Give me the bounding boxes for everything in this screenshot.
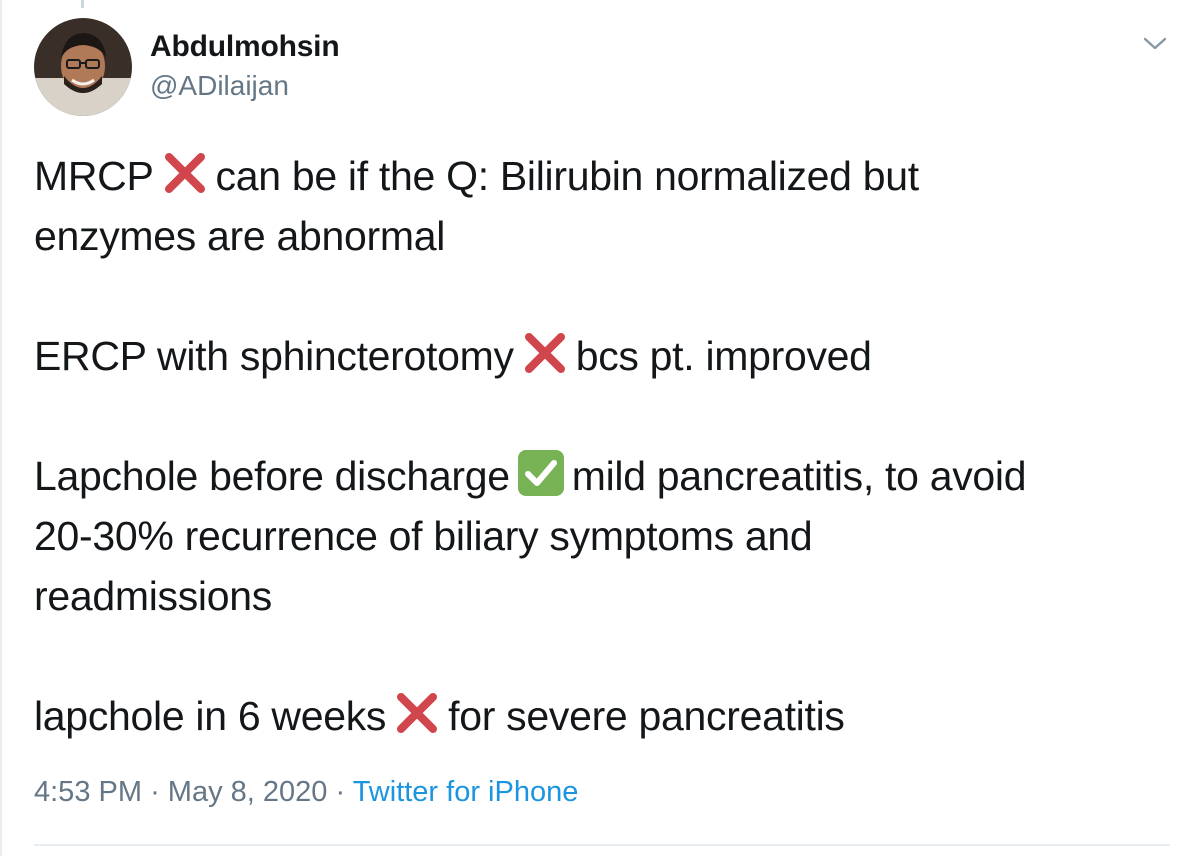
- tweet-line: readmissions: [34, 573, 272, 619]
- tweet-time[interactable]: 4:53 PM: [34, 776, 142, 808]
- tweet-line: 20-30% recurrence of biliary symptoms an…: [34, 513, 813, 559]
- avatar[interactable]: [34, 18, 132, 116]
- tweet-metadata: 4:53 PM · May 8, 2020 · Twitter for iPho…: [34, 776, 578, 809]
- tweet-body: MRCP can be if the Q: Bilirubin normalize…: [34, 146, 1174, 746]
- cross-mark-icon: [160, 148, 210, 198]
- tweet-line: MRCP can be if the Q: Bilirubin normalize…: [34, 146, 1174, 206]
- tweet-source-link[interactable]: Twitter for iPhone: [353, 776, 579, 808]
- check-mark-icon: [516, 448, 566, 498]
- author-handle[interactable]: @ADilaijan: [150, 70, 289, 102]
- tweet-date[interactable]: May 8, 2020: [168, 776, 328, 808]
- meta-separator: ·: [335, 776, 346, 808]
- left-border: [0, 0, 2, 856]
- tweet-line: ERCP with sphincterotomy bcs pt. improved: [34, 326, 1174, 386]
- tweet-line: lapchole in 6 weeks for severe pancreatit…: [34, 686, 1174, 746]
- thread-connector-line: [81, 0, 84, 8]
- tweet-line: enzymes are abnormal: [34, 213, 446, 259]
- chevron-down-icon[interactable]: [1140, 30, 1170, 56]
- author-display-name[interactable]: Abdulmohsin: [150, 30, 340, 64]
- cross-mark-icon: [392, 688, 442, 738]
- divider: [34, 844, 1170, 846]
- profile-photo-icon: [34, 18, 132, 116]
- cross-mark-icon: [520, 328, 570, 378]
- meta-separator: ·: [150, 776, 160, 808]
- tweet-line: Lapchole before discharge mild pancreatit…: [34, 446, 1174, 506]
